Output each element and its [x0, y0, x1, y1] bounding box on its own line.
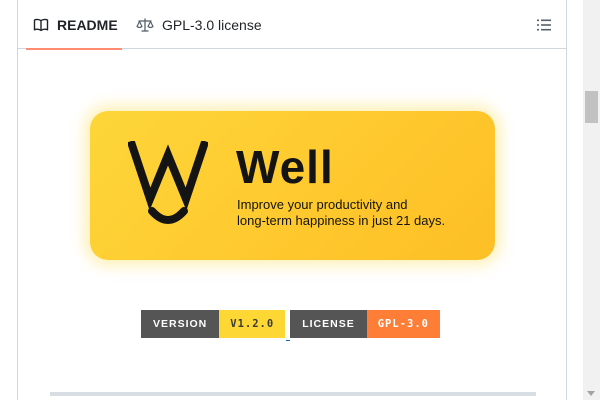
app-name: Well [236, 141, 334, 193]
tagline-line-1: Improve your productivity and [237, 197, 408, 212]
version-badge-label: VERSION [141, 310, 220, 338]
tab-readme-label: README [57, 16, 118, 33]
vertical-scrollbar[interactable] [583, 0, 600, 400]
tab-readme[interactable]: README [26, 0, 122, 50]
badge-separator [285, 310, 291, 341]
active-tab-indicator [26, 48, 122, 50]
book-icon [33, 17, 49, 33]
scale-icon [136, 17, 154, 33]
page: README GPL-3.0 license Well Improve your… [0, 0, 600, 400]
license-badge[interactable]: LICENSE GPL-3.0 [290, 310, 440, 338]
well-logo-icon [126, 139, 210, 232]
scrollbar-thumb[interactable] [585, 91, 598, 123]
license-badge-label: LICENSE [290, 310, 367, 338]
badge-row: VERSION V1.2.0 LICENSE GPL-3.0 [141, 310, 440, 341]
readme-tabbar: README GPL-3.0 license [18, 0, 566, 50]
section-divider [50, 392, 536, 396]
tagline: Improve your productivity and long-term … [237, 197, 477, 229]
scroll-down-arrow-icon[interactable] [587, 391, 595, 396]
tab-license-label: GPL-3.0 license [162, 16, 262, 33]
link-underline [286, 340, 291, 341]
version-badge-value: V1.2.0 [219, 310, 286, 338]
version-badge[interactable]: VERSION V1.2.0 [141, 310, 286, 338]
readme-panel: README GPL-3.0 license Well Improve your… [17, 0, 567, 400]
list-icon[interactable] [536, 17, 552, 33]
tab-license[interactable]: GPL-3.0 license [136, 0, 262, 49]
license-badge-value: GPL-3.0 [366, 310, 440, 338]
well-banner-image: Well Improve your productivity and long-… [90, 111, 495, 260]
tagline-line-2: long-term happiness in just 21 days. [237, 213, 446, 228]
